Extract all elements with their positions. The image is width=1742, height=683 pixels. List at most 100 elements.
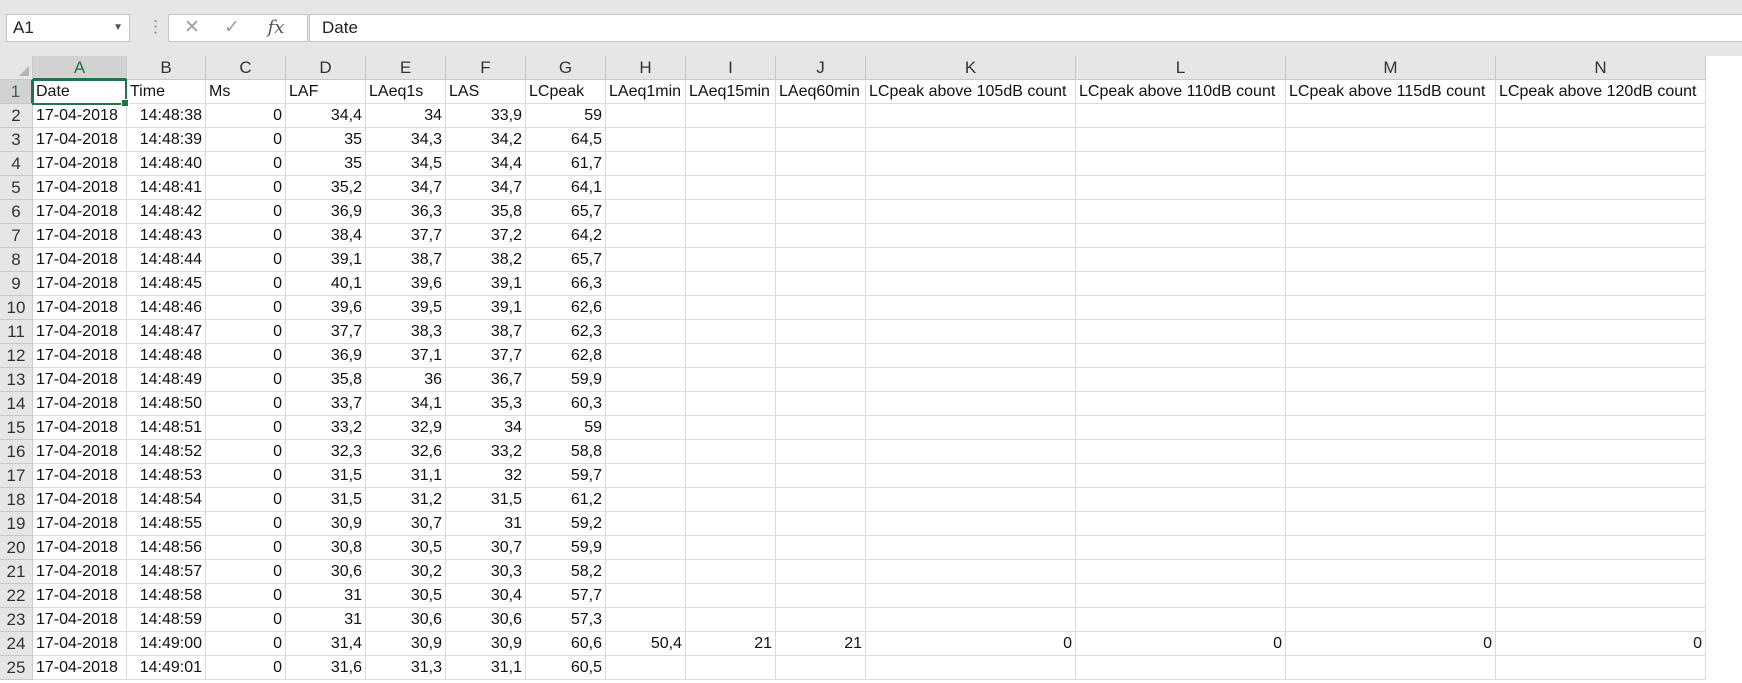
- cell-a9[interactable]: 17-04-2018: [33, 272, 127, 296]
- cell-c16[interactable]: 0: [206, 440, 286, 464]
- row-header-6[interactable]: 6: [0, 200, 33, 224]
- cell-j5[interactable]: [776, 176, 866, 200]
- cell-c25[interactable]: 0: [206, 656, 286, 680]
- cell-d25[interactable]: 31,6: [286, 656, 366, 680]
- cell-k13[interactable]: [866, 368, 1076, 392]
- cell-n12[interactable]: [1496, 344, 1706, 368]
- cell-c24[interactable]: 0: [206, 632, 286, 656]
- cell-b12[interactable]: 14:48:48: [127, 344, 206, 368]
- cell-l10[interactable]: [1076, 296, 1286, 320]
- cell-l9[interactable]: [1076, 272, 1286, 296]
- cell-l6[interactable]: [1076, 200, 1286, 224]
- cell-d22[interactable]: 31: [286, 584, 366, 608]
- cell-i2[interactable]: [686, 104, 776, 128]
- cell-i11[interactable]: [686, 320, 776, 344]
- cell-d4[interactable]: 35: [286, 152, 366, 176]
- cell-d7[interactable]: 38,4: [286, 224, 366, 248]
- cell-e19[interactable]: 30,7: [366, 512, 446, 536]
- cell-i12[interactable]: [686, 344, 776, 368]
- row-header-13[interactable]: 13: [0, 368, 33, 392]
- cell-j20[interactable]: [776, 536, 866, 560]
- cell-i22[interactable]: [686, 584, 776, 608]
- cell-m14[interactable]: [1286, 392, 1496, 416]
- cell-k1[interactable]: LCpeak above 105dB count: [866, 80, 1076, 104]
- cell-b9[interactable]: 14:48:45: [127, 272, 206, 296]
- cell-g5[interactable]: 64,1: [526, 176, 606, 200]
- cell-m16[interactable]: [1286, 440, 1496, 464]
- cell-e14[interactable]: 34,1: [366, 392, 446, 416]
- row-header-1[interactable]: 1: [0, 80, 33, 104]
- cell-m20[interactable]: [1286, 536, 1496, 560]
- cell-k14[interactable]: [866, 392, 1076, 416]
- cell-a17[interactable]: 17-04-2018: [33, 464, 127, 488]
- cell-m21[interactable]: [1286, 560, 1496, 584]
- cell-b18[interactable]: 14:48:54: [127, 488, 206, 512]
- cell-e17[interactable]: 31,1: [366, 464, 446, 488]
- cell-d5[interactable]: 35,2: [286, 176, 366, 200]
- cell-h8[interactable]: [606, 248, 686, 272]
- row-header-12[interactable]: 12: [0, 344, 33, 368]
- cell-c1[interactable]: Ms: [206, 80, 286, 104]
- cell-d8[interactable]: 39,1: [286, 248, 366, 272]
- cell-l3[interactable]: [1076, 128, 1286, 152]
- cell-e18[interactable]: 31,2: [366, 488, 446, 512]
- cell-l5[interactable]: [1076, 176, 1286, 200]
- cell-n9[interactable]: [1496, 272, 1706, 296]
- cell-l20[interactable]: [1076, 536, 1286, 560]
- fx-icon[interactable]: fx: [261, 15, 291, 41]
- cell-a4[interactable]: 17-04-2018: [33, 152, 127, 176]
- cell-g17[interactable]: 59,7: [526, 464, 606, 488]
- cell-g23[interactable]: 57,3: [526, 608, 606, 632]
- cell-f4[interactable]: 34,4: [446, 152, 526, 176]
- cell-h18[interactable]: [606, 488, 686, 512]
- cell-f21[interactable]: 30,3: [446, 560, 526, 584]
- cell-e25[interactable]: 31,3: [366, 656, 446, 680]
- cell-h9[interactable]: [606, 272, 686, 296]
- cell-e2[interactable]: 34: [366, 104, 446, 128]
- cell-b4[interactable]: 14:48:40: [127, 152, 206, 176]
- cell-i8[interactable]: [686, 248, 776, 272]
- cell-a16[interactable]: 17-04-2018: [33, 440, 127, 464]
- cell-n17[interactable]: [1496, 464, 1706, 488]
- cell-a15[interactable]: 17-04-2018: [33, 416, 127, 440]
- cell-i6[interactable]: [686, 200, 776, 224]
- cell-b15[interactable]: 14:48:51: [127, 416, 206, 440]
- cell-d1[interactable]: LAF: [286, 80, 366, 104]
- cell-m4[interactable]: [1286, 152, 1496, 176]
- cell-j13[interactable]: [776, 368, 866, 392]
- cell-g19[interactable]: 59,2: [526, 512, 606, 536]
- cell-i9[interactable]: [686, 272, 776, 296]
- cell-c4[interactable]: 0: [206, 152, 286, 176]
- cell-k10[interactable]: [866, 296, 1076, 320]
- row-header-22[interactable]: 22: [0, 584, 33, 608]
- cell-i25[interactable]: [686, 656, 776, 680]
- cell-d21[interactable]: 30,6: [286, 560, 366, 584]
- cell-l23[interactable]: [1076, 608, 1286, 632]
- cell-g4[interactable]: 61,7: [526, 152, 606, 176]
- cell-f1[interactable]: LAS: [446, 80, 526, 104]
- cell-d18[interactable]: 31,5: [286, 488, 366, 512]
- cell-j2[interactable]: [776, 104, 866, 128]
- cell-b10[interactable]: 14:48:46: [127, 296, 206, 320]
- cell-l8[interactable]: [1076, 248, 1286, 272]
- cell-e6[interactable]: 36,3: [366, 200, 446, 224]
- cell-b1[interactable]: Time: [127, 80, 206, 104]
- cell-b22[interactable]: 14:48:58: [127, 584, 206, 608]
- cell-j3[interactable]: [776, 128, 866, 152]
- cell-c17[interactable]: 0: [206, 464, 286, 488]
- cell-c20[interactable]: 0: [206, 536, 286, 560]
- checkmark-icon[interactable]: ✓: [217, 15, 247, 41]
- cell-k21[interactable]: [866, 560, 1076, 584]
- cell-h7[interactable]: [606, 224, 686, 248]
- cell-h24[interactable]: 50,4: [606, 632, 686, 656]
- row-header-11[interactable]: 11: [0, 320, 33, 344]
- cell-k3[interactable]: [866, 128, 1076, 152]
- cell-h3[interactable]: [606, 128, 686, 152]
- cell-l21[interactable]: [1076, 560, 1286, 584]
- cell-e13[interactable]: 36: [366, 368, 446, 392]
- cell-j12[interactable]: [776, 344, 866, 368]
- cell-a3[interactable]: 17-04-2018: [33, 128, 127, 152]
- row-header-8[interactable]: 8: [0, 248, 33, 272]
- column-header-f[interactable]: F: [446, 56, 526, 80]
- cell-k11[interactable]: [866, 320, 1076, 344]
